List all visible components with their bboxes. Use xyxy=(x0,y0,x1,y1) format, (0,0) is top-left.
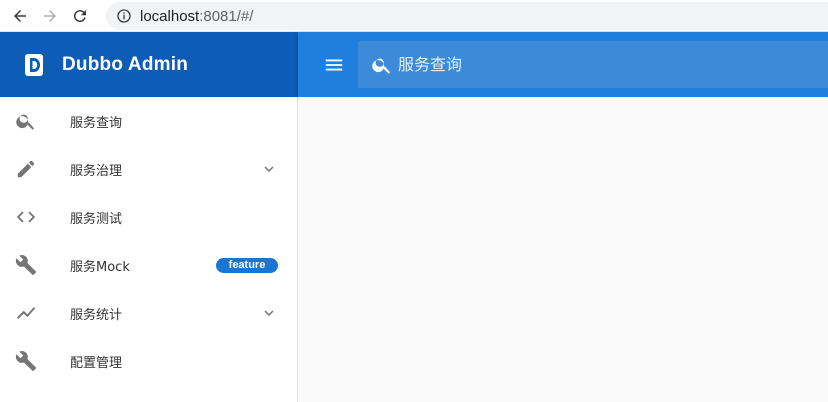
url-host: localhost xyxy=(140,7,200,25)
sidebar-item-config-management[interactable]: 配置管理 xyxy=(0,337,297,385)
sidebar-item-label: 服务治理 xyxy=(70,163,123,179)
browser-toolbar: localhost:8081/#/ xyxy=(0,0,828,32)
sidebar-item-label: 服务Mock xyxy=(70,259,130,275)
app-brand-bar: Dubbo Admin xyxy=(0,32,298,97)
address-bar[interactable]: localhost:8081/#/ xyxy=(106,2,828,30)
sidebar-nav: 服务查询 服务治理 服务测试 服务Mock feature 服务统计 配置管理 xyxy=(0,97,298,402)
arrow-left-icon xyxy=(14,9,26,22)
arrow-right-icon xyxy=(44,9,56,22)
feature-badge: feature xyxy=(216,257,278,273)
reload-button[interactable] xyxy=(68,4,92,28)
search-icon xyxy=(15,110,37,132)
sidebar-item-service-governance[interactable]: 服务治理 xyxy=(0,145,297,193)
hamburger-menu-icon xyxy=(325,59,343,71)
reload-icon xyxy=(73,9,86,22)
url-text: localhost:8081/#/ xyxy=(140,8,253,25)
trending-icon xyxy=(15,302,37,324)
sidebar-item-service-test[interactable]: 服务测试 xyxy=(0,193,297,241)
sidebar-item-label: 服务测试 xyxy=(70,211,123,227)
chevron-down-icon[interactable] xyxy=(260,160,278,178)
chevron-down-icon[interactable] xyxy=(260,304,278,322)
sidebar-item-service-query[interactable]: 服务查询 xyxy=(0,97,297,145)
pencil-icon xyxy=(15,158,37,180)
forward-button[interactable] xyxy=(38,4,62,28)
sidebar-item-label: 服务统计 xyxy=(70,307,123,323)
wrench-icon xyxy=(15,254,37,276)
wrench-icon xyxy=(15,350,37,372)
search-box[interactable] xyxy=(358,41,828,88)
search-input[interactable] xyxy=(398,55,798,74)
sidebar-item-service-statistics[interactable]: 服务统计 xyxy=(0,289,297,337)
sidebar-item-label: 配置管理 xyxy=(70,355,123,371)
back-button[interactable] xyxy=(8,4,32,28)
code-icon xyxy=(15,206,37,228)
sidebar-item-service-mock[interactable]: 服务Mock feature xyxy=(0,241,297,289)
info-icon xyxy=(117,9,131,23)
dubbo-logo-icon xyxy=(25,53,43,76)
app-title: Dubbo Admin xyxy=(62,53,189,75)
url-path: :8081/#/ xyxy=(199,7,254,25)
menu-toggle-button[interactable] xyxy=(322,53,346,77)
app-toolbar xyxy=(298,32,828,97)
sidebar-item-label: 服务查询 xyxy=(70,115,123,131)
main-content xyxy=(299,97,828,402)
search-icon xyxy=(372,58,391,74)
